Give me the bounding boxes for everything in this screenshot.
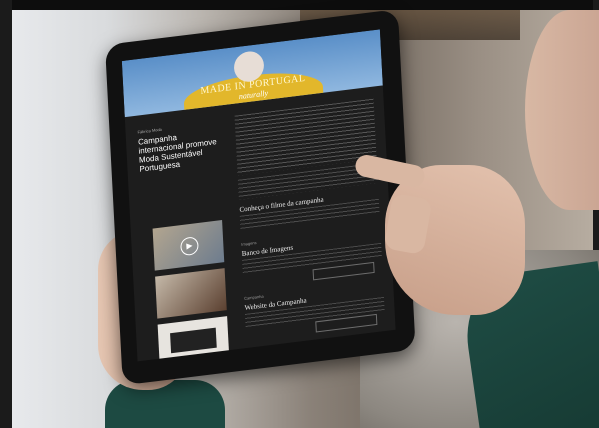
images-button[interactable] [312,261,375,281]
left-border [0,0,12,428]
article-headline: Campanha internacional promove Moda Sust… [137,132,217,174]
article-kicker: Fábrica Moda [137,126,162,135]
website-thumbnail[interactable] [157,316,230,362]
top-bar [0,0,599,10]
tablet: MADE IN PORTUGAL naturally Fábrica Moda … [105,9,416,386]
person-face [525,10,599,210]
section-images-label: Imagens [241,240,257,247]
play-icon[interactable]: ▶ [180,236,199,257]
person-sleeve-left [105,380,225,428]
website-mini-preview [170,327,217,354]
background-photo: MADE IN PORTUGAL naturally Fábrica Moda … [0,0,599,428]
video-thumbnail[interactable]: ▶ [152,220,225,271]
section-website-label: Campanha [244,293,264,301]
tablet-screen: MADE IN PORTUGAL naturally Fábrica Moda … [121,29,396,362]
images-thumbnail[interactable] [155,268,227,319]
